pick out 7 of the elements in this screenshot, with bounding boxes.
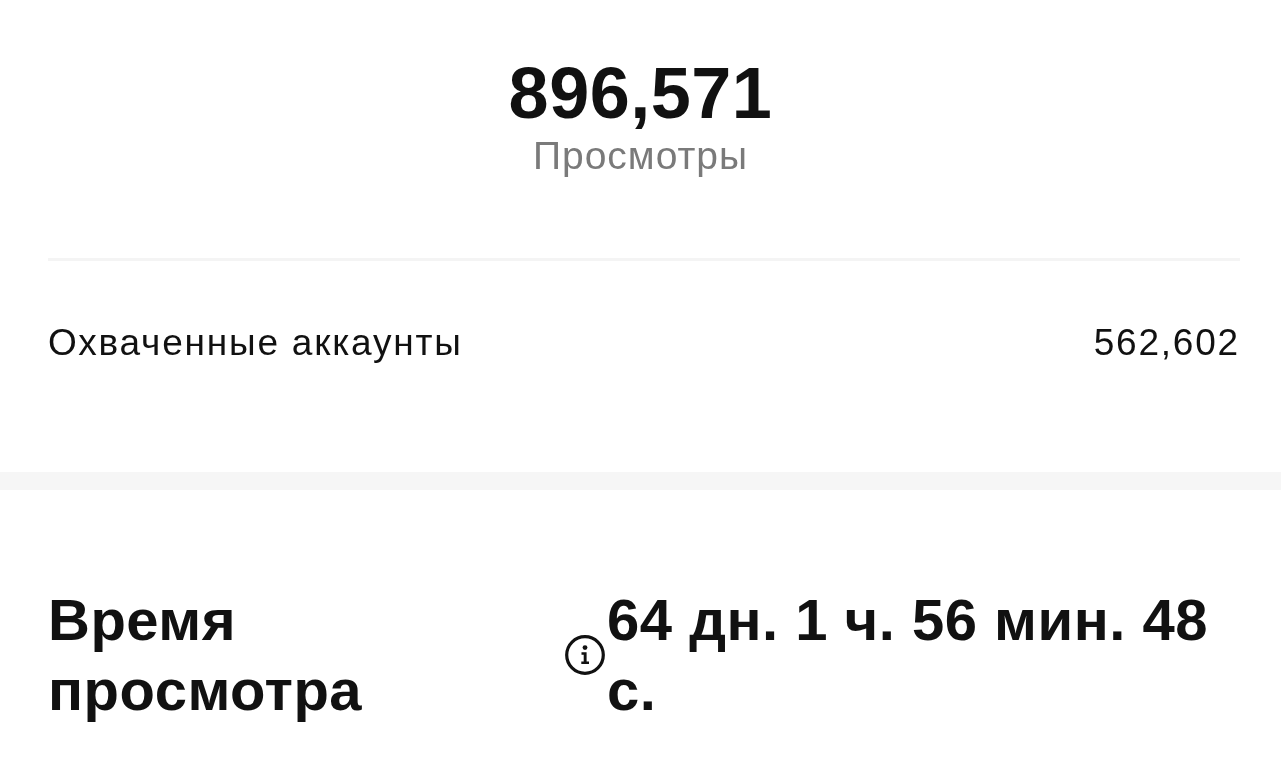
info-icon[interactable]: [565, 635, 605, 675]
watch-time-value: 64 дн. 1 ч. 56 мин. 48 с.: [607, 586, 1209, 724]
metric-value: 562,602: [1093, 323, 1240, 363]
watch-time-label: Время просмотра: [48, 586, 364, 724]
views-label: Просмотры: [532, 134, 749, 178]
metric-label: Охваченные аккаунты: [48, 323, 463, 363]
views-count: 896,571: [508, 58, 773, 128]
